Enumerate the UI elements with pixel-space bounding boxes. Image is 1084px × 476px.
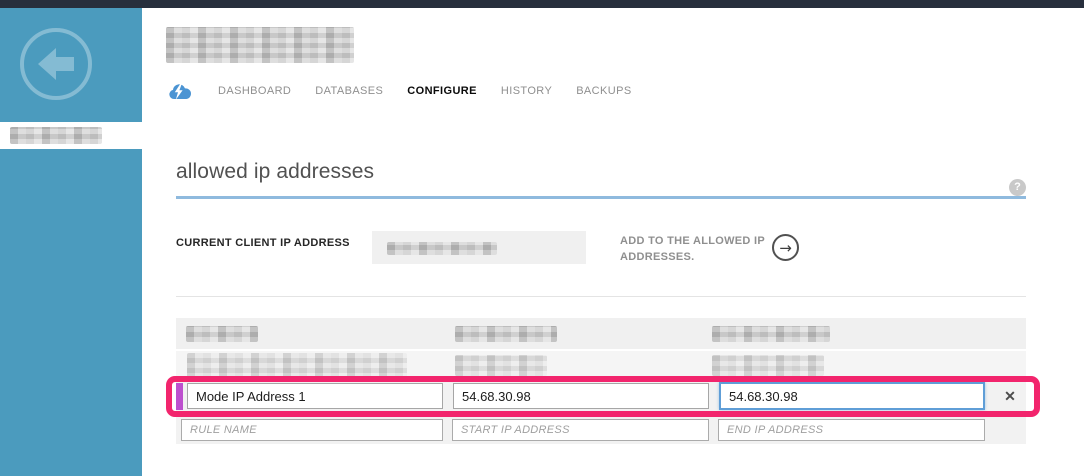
section-underline [176,196,1026,199]
tab-backups[interactable]: BACKUPS [576,85,631,97]
close-icon: ✕ [1004,388,1016,404]
help-icon[interactable]: ? [1009,179,1026,196]
azure-configure-screen: DASHBOARD DATABASES CONFIGURE HISTORY BA… [0,0,1084,476]
add-note-line1: ADD TO THE ALLOWED IP [620,233,770,249]
tab-history[interactable]: HISTORY [501,85,552,97]
redacted-end-ip [712,355,824,376]
redacted-end-ip [712,326,830,342]
back-arrow-icon [16,24,96,104]
tab-dashboard[interactable]: DASHBOARD [218,85,291,97]
arrow-right-icon: → [779,239,792,257]
end-ip-input-focused[interactable] [719,382,985,410]
new-end-ip-input[interactable] [718,419,985,441]
sidebar-item-selected[interactable] [0,122,142,149]
add-client-ip-button[interactable]: → [772,234,799,261]
redacted-start-ip [455,355,547,376]
redacted-rule-name [186,326,258,342]
redacted-page-title [166,27,354,63]
add-to-allowed-note: ADD TO THE ALLOWED IP ADDRESSES. [620,233,770,265]
back-button[interactable] [0,8,142,122]
delete-rule-button[interactable]: ✕ [997,384,1023,408]
sidebar [0,8,142,476]
add-note-line2: ADDRESSES. [620,249,770,265]
modified-indicator-bar [176,383,183,410]
rule-name-input[interactable] [187,383,443,409]
tab-configure[interactable]: CONFIGURE [407,85,477,97]
new-start-ip-input[interactable] [452,419,709,441]
current-client-ip-value-box [372,231,586,264]
redacted-start-ip [455,326,557,342]
redacted-rule-name [187,353,407,378]
current-client-ip-label: CURRENT CLIENT IP ADDRESS [176,237,350,249]
new-rule-name-input[interactable] [181,419,443,441]
redacted-client-ip [387,242,497,255]
tab-nav: DASHBOARD DATABASES CONFIGURE HISTORY BA… [168,80,632,102]
cloud-lightning-icon [168,83,192,100]
tab-databases[interactable]: DATABASES [315,85,383,97]
top-bar [0,0,1084,8]
rule-row-redacted-1 [176,318,1026,349]
rules-divider [176,296,1026,297]
redacted-server-name [10,127,102,144]
start-ip-input[interactable] [453,383,709,409]
section-heading: allowed ip addresses [176,160,374,184]
rule-row-redacted-2 [176,351,1026,380]
